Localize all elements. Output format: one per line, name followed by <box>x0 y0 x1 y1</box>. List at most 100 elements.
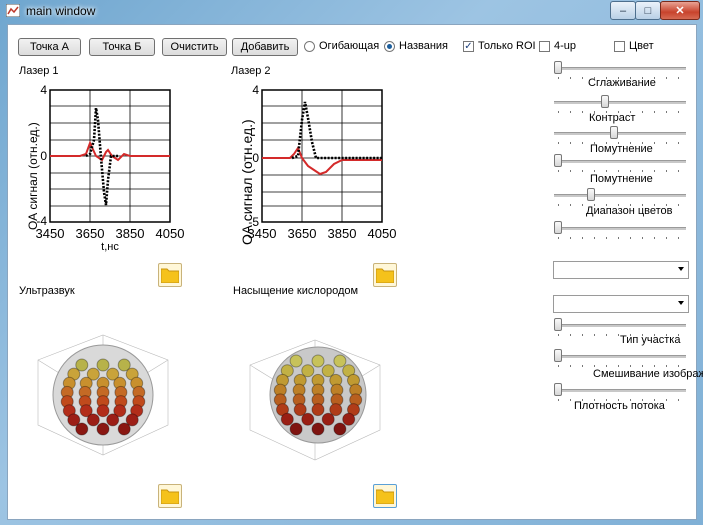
window-title: main window <box>26 4 96 18</box>
slider-track[interactable] <box>554 324 686 327</box>
ultrasound-label: Ультразвук <box>19 285 75 297</box>
x-tick: 3850 <box>328 226 357 241</box>
minimize-button[interactable]: – <box>610 1 636 20</box>
names-radio[interactable]: Названия <box>384 40 448 52</box>
slider-thumb[interactable] <box>554 349 562 362</box>
laser2-plot: 4 0 -5 3450 3650 3850 4050 ОА сигнал (от… <box>239 83 397 245</box>
folder-icon <box>376 489 394 504</box>
bottom-slider-1[interactable] <box>554 349 686 367</box>
close-button[interactable]: ✕ <box>660 1 700 20</box>
checkbox-box[interactable] <box>614 40 625 52</box>
top-slider-label-3: Помутнение <box>590 173 653 185</box>
envelope-radio[interactable]: Огибающая <box>304 40 379 52</box>
cell-sphere <box>289 354 303 368</box>
ultrasound-folder-button[interactable] <box>158 484 182 508</box>
cell-sphere <box>86 413 100 427</box>
cell-sphere <box>333 354 347 368</box>
slider-thumb[interactable] <box>554 61 562 74</box>
point-b-button[interactable]: Точка Б <box>89 38 155 56</box>
check-mark-icon[interactable]: ✓ <box>463 40 474 52</box>
y-axis-label: ОА сигнал (отн.ед.) <box>239 119 255 245</box>
top-slider-5[interactable] <box>554 221 686 239</box>
slider-thumb[interactable] <box>601 95 610 108</box>
four-up-label: 4-up <box>554 40 577 52</box>
color-label: Цвет <box>629 40 654 52</box>
slider-track[interactable] <box>554 101 686 104</box>
slider-thumb[interactable] <box>587 188 596 201</box>
cell-sphere <box>342 412 356 426</box>
x-tick: 4050 <box>368 226 397 241</box>
top-slider-label-4: Диапазон цветов <box>586 205 673 217</box>
bottom-slider-2[interactable] <box>554 383 686 401</box>
slider-thumb[interactable] <box>554 154 562 167</box>
four-up-checkbox[interactable]: 4-up <box>539 40 576 52</box>
cell-sphere <box>280 412 294 426</box>
cell-sphere <box>289 422 303 436</box>
cell-sphere <box>106 413 120 427</box>
cell-sphere <box>75 422 89 436</box>
color-checkbox[interactable]: Цвет <box>614 40 654 52</box>
title-bar: main window – □ ✕ <box>0 0 703 22</box>
y-tick: 4 <box>40 83 47 97</box>
bottom-slider-label-0: Тип участка <box>620 334 681 346</box>
cell-sphere <box>333 422 347 436</box>
only-roi-checkbox[interactable]: ✓ Только ROI <box>463 40 536 52</box>
laser1-label: Лазер 1 <box>19 65 59 77</box>
combo-box-1[interactable] <box>553 261 689 279</box>
cell-sphere <box>96 404 110 418</box>
folder-icon <box>376 268 394 283</box>
bottom-slider-label-1: Смешивание изображение <box>593 368 703 380</box>
slider-ticks <box>558 237 682 239</box>
top-slider-0[interactable] <box>554 61 686 79</box>
slider-thumb[interactable] <box>609 126 618 139</box>
slider-track[interactable] <box>554 160 686 163</box>
laser1-folder-button[interactable] <box>158 263 182 287</box>
chevron-down-icon[interactable] <box>678 301 684 305</box>
oxygen-3d-view <box>249 339 381 461</box>
slider-ticks <box>558 365 682 367</box>
chevron-down-icon[interactable] <box>678 267 684 271</box>
top-slider-3[interactable] <box>554 154 686 172</box>
slider-track[interactable] <box>554 194 686 197</box>
x-tick: 3650 <box>288 226 317 241</box>
point-a-button[interactable]: Точка А <box>18 38 81 56</box>
slider-ticks <box>558 170 682 172</box>
folder-icon <box>161 489 179 504</box>
slider-track[interactable] <box>554 67 686 70</box>
slider-track[interactable] <box>554 227 686 230</box>
oxygen-folder-button[interactable] <box>373 484 397 508</box>
checkbox-box[interactable] <box>539 40 550 52</box>
slider-track[interactable] <box>554 132 686 135</box>
cell-sphere <box>311 422 325 436</box>
slider-thumb[interactable] <box>554 318 562 331</box>
cell-sphere <box>117 422 131 436</box>
laser2-folder-button[interactable] <box>373 263 397 287</box>
folder-icon <box>161 268 179 283</box>
slider-thumb[interactable] <box>554 221 562 234</box>
combo-box-2[interactable] <box>553 295 689 313</box>
clear-button[interactable]: Очистить <box>162 38 227 56</box>
ultrasound-3d-view <box>37 334 169 456</box>
top-slider-1[interactable] <box>554 95 686 113</box>
cell-sphere <box>96 422 110 436</box>
cell-sphere <box>321 412 335 426</box>
slider-track[interactable] <box>554 389 686 392</box>
slider-track[interactable] <box>554 355 686 358</box>
cell-sphere <box>96 358 110 372</box>
y-axis-label: ОА сигнал (отн.ед.) <box>26 122 40 230</box>
laser1-plot: 4 0 -4 3450 3650 3850 4050 t,нс ОА сигна… <box>26 83 184 253</box>
top-slider-2[interactable] <box>554 126 686 144</box>
slider-thumb[interactable] <box>554 383 562 396</box>
maximize-button[interactable]: □ <box>635 1 661 20</box>
top-slider-4[interactable] <box>554 188 686 206</box>
radio-indicator[interactable] <box>304 40 315 52</box>
top-slider-label-0: Сглаживание <box>588 77 656 89</box>
x-tick: 3650 <box>76 226 105 241</box>
x-axis-label: t,нс <box>101 241 119 253</box>
main-panel: Точка А Точка Б Очистить Добавить Огибаю… <box>7 24 703 520</box>
top-slider-label-1: Контраст <box>589 112 636 124</box>
bottom-slider-0[interactable] <box>554 318 686 336</box>
add-button[interactable]: Добавить <box>232 38 298 56</box>
radio-indicator-selected[interactable] <box>384 40 395 52</box>
bottom-slider-label-2: Плотность потока <box>574 400 665 412</box>
